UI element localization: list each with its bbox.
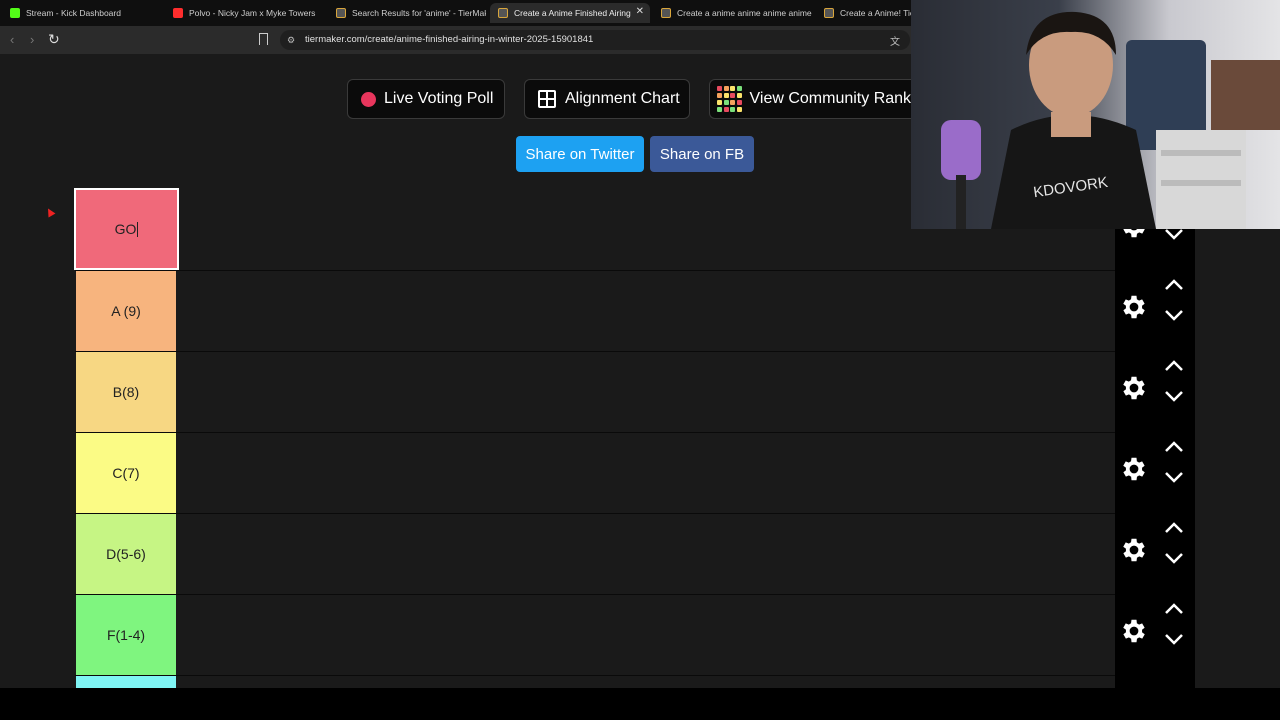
tier-row[interactable]: C(7)	[75, 432, 1115, 513]
back-icon[interactable]: ‹	[10, 32, 14, 47]
chevron-down-icon[interactable]	[1163, 308, 1185, 322]
webcam-overlay: KDOVORK	[911, 0, 1280, 229]
chevron-down-icon[interactable]	[1163, 632, 1185, 646]
tier-label[interactable]: D(5-6)	[76, 514, 176, 594]
gear-icon[interactable]	[1119, 535, 1149, 565]
tier-row[interactable]: A (9)	[75, 270, 1115, 351]
forward-icon[interactable]: ›	[30, 32, 34, 47]
url-field[interactable]: ⚙ tiermaker.com/create/anime-finished-ai…	[280, 30, 910, 50]
url-text: tiermaker.com/create/anime-finished-airi…	[305, 34, 594, 45]
tab-title: Create a anime anime anime anime	[677, 8, 812, 18]
tier-row[interactable]: D(5-6)	[75, 513, 1115, 594]
gear-icon[interactable]	[1119, 373, 1149, 403]
tab-title: Create a Anime! Tier	[840, 8, 911, 18]
mouse-cursor-icon	[44, 206, 56, 218]
tier-label[interactable]: GO	[74, 188, 179, 270]
tiermaker-icon	[498, 8, 508, 18]
gear-icon[interactable]	[1119, 292, 1149, 322]
tiermaker-icon	[661, 8, 671, 18]
bookmark-icon[interactable]	[259, 33, 268, 45]
tier-controls	[1115, 594, 1195, 675]
chevron-down-icon[interactable]	[1163, 227, 1185, 241]
community-rank-icon	[717, 86, 742, 112]
chevron-down-icon[interactable]	[1163, 470, 1185, 484]
tier-controls	[1115, 270, 1195, 351]
tab-title: Stream - Kick Dashboard	[26, 8, 121, 18]
close-icon[interactable]: ✕	[636, 6, 644, 17]
tab-anime-finished-airing[interactable]: Create a Anime Finished Airing ✕	[490, 3, 650, 23]
tier-controls	[1115, 351, 1195, 432]
tier-controls	[1115, 432, 1195, 513]
translate-icon[interactable]: 文	[890, 33, 900, 48]
chevron-up-icon[interactable]	[1163, 359, 1185, 373]
youtube-icon	[173, 8, 183, 18]
gear-icon[interactable]	[1119, 616, 1149, 646]
chevron-up-icon[interactable]	[1163, 440, 1185, 454]
grid-icon	[538, 90, 556, 108]
alignment-chart-label: Alignment Chart	[565, 90, 680, 107]
chevron-up-icon[interactable]	[1163, 521, 1185, 535]
chevron-down-icon[interactable]	[1163, 389, 1185, 403]
kick-icon	[10, 8, 20, 18]
tab-polvo-song[interactable]: Polvo - Nicky Jam x Myke Towers	[165, 3, 325, 23]
live-dot-icon	[361, 91, 376, 107]
tier-label[interactable]: C(7)	[76, 433, 176, 513]
tier-controls-column	[1115, 214, 1195, 688]
community-rank-button[interactable]: View Community Rank	[709, 79, 911, 119]
tier-row[interactable]	[75, 675, 1115, 689]
community-rank-label: View Community Rank	[749, 90, 912, 107]
taskbar-strip	[0, 688, 1280, 720]
share-facebook-button[interactable]: Share on FB	[650, 136, 754, 172]
tier-label[interactable]: A (9)	[76, 271, 176, 351]
tiermaker-icon	[336, 8, 346, 18]
live-voting-poll-label: Live Voting Poll	[384, 90, 494, 107]
tab-search-results[interactable]: Search Results for 'anime' - TierMaker	[328, 3, 486, 23]
tier-controls	[1115, 513, 1195, 594]
tiermaker-icon	[824, 8, 834, 18]
chevron-up-icon[interactable]	[1163, 278, 1185, 292]
tab-anime-anime[interactable]: Create a anime anime anime anime	[653, 3, 813, 23]
live-voting-poll-button[interactable]: Live Voting Poll	[347, 79, 505, 119]
tier-label[interactable]: F(1-4)	[76, 595, 176, 675]
chevron-up-icon[interactable]	[1163, 602, 1185, 616]
tab-anime-tier[interactable]: Create a Anime! Tier	[816, 3, 911, 23]
tier-label[interactable]: B(8)	[76, 352, 176, 432]
webcam-scene: KDOVORK	[941, 11, 1280, 229]
tier-row[interactable]: F(1-4)	[75, 594, 1115, 675]
text-caret	[137, 221, 139, 237]
chevron-down-icon[interactable]	[1163, 551, 1185, 565]
share-twitter-button[interactable]: Share on Twitter	[516, 136, 644, 172]
tab-title: Search Results for 'anime' - TierMaker	[352, 8, 486, 18]
gear-icon[interactable]	[1119, 454, 1149, 484]
tab-title: Create a Anime Finished Airing	[514, 8, 631, 18]
page-scrollbar[interactable]	[1269, 228, 1280, 688]
tier-label-text: GO	[114, 221, 137, 237]
site-info-icon[interactable]: ⚙	[287, 35, 295, 46]
alignment-chart-button[interactable]: Alignment Chart	[524, 79, 690, 119]
tab-kick-dashboard[interactable]: Stream - Kick Dashboard	[2, 3, 162, 23]
tab-title: Polvo - Nicky Jam x Myke Towers	[189, 8, 316, 18]
reload-icon[interactable]: ↻	[48, 31, 60, 48]
tier-row[interactable]: B(8)	[75, 351, 1115, 432]
